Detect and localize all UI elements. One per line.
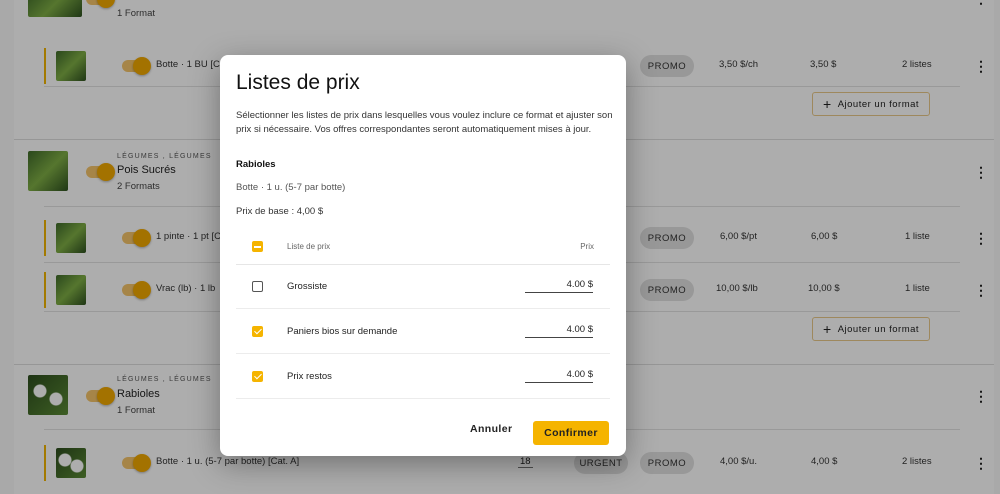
price-lists-table-header: Liste de prix Prix [236,231,610,265]
price-list-row: Grossiste [236,265,610,309]
select-all-checkbox[interactable] [252,241,263,252]
column-header-list: Liste de prix [287,242,331,251]
dialog-product-name: Rabioles [236,159,276,170]
price-input[interactable] [525,277,593,293]
price-list-name: Prix restos [287,371,332,382]
dialog-format: Botte · 1 u. (5-7 par botte) [236,182,346,193]
price-list-checkbox[interactable] [252,326,263,337]
dialog-base-price: Prix de base : 4,00 $ [236,206,324,217]
dialog-title: Listes de prix [236,71,360,94]
price-list-row: Prix restos [236,355,610,399]
column-header-price: Prix [580,242,594,251]
price-list-checkbox[interactable] [252,371,263,382]
price-list-name: Grossiste [287,281,328,292]
cancel-button[interactable]: Annuler [470,423,512,435]
price-list-checkbox[interactable] [252,281,263,292]
dialog-description: Sélectionner les listes de prix dans les… [236,110,613,135]
price-list-row: Paniers bios sur demande [236,310,610,354]
price-input[interactable] [525,322,593,338]
price-list-name: Paniers bios sur demande [287,326,398,337]
confirm-button[interactable]: Confirmer [533,421,609,445]
price-lists-dialog: Listes de prix Sélectionner les listes d… [220,55,626,456]
price-input[interactable] [525,367,593,383]
